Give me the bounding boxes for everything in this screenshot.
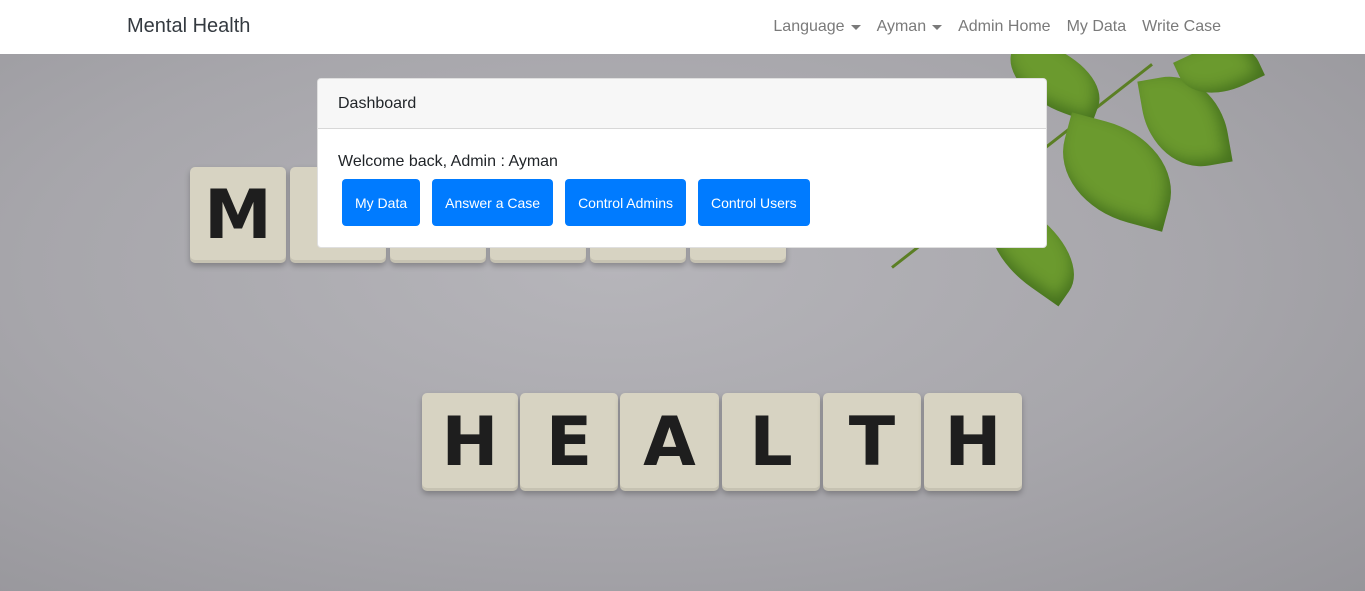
- brand-logo[interactable]: Mental Health: [127, 15, 250, 38]
- nav-user-dropdown[interactable]: Ayman: [869, 18, 951, 36]
- dashboard-card-header: Dashboard: [318, 79, 1046, 129]
- top-navbar: Mental Health Language Ayman Admin Home …: [0, 0, 1365, 54]
- scrabble-tile: H: [924, 393, 1022, 491]
- nav-menu: Language Ayman Admin Home My Data Write …: [765, 0, 1229, 54]
- scrabble-tile: M: [190, 167, 286, 263]
- scrabble-tile: A: [620, 393, 719, 491]
- control-admins-button[interactable]: Control Admins: [565, 179, 686, 226]
- scrabble-tile: T: [823, 393, 921, 491]
- nav-user-label: Ayman: [876, 18, 927, 35]
- dashboard-actions: My Data Answer a Case Control Admins Con…: [342, 179, 1026, 226]
- nav-language-label: Language: [773, 18, 845, 35]
- nav-my-data-link[interactable]: My Data: [1059, 18, 1135, 36]
- welcome-message: Welcome back, Admin : Ayman: [338, 153, 558, 170]
- scrabble-tile: L: [722, 393, 820, 491]
- nav-admin-home-link[interactable]: Admin Home: [950, 18, 1058, 36]
- dashboard-card: Dashboard Welcome back, Admin : Ayman My…: [317, 78, 1047, 248]
- nav-language-dropdown[interactable]: Language: [765, 18, 868, 36]
- scrabble-tile: E: [520, 393, 618, 491]
- my-data-button[interactable]: My Data: [342, 179, 421, 226]
- answer-case-button[interactable]: Answer a Case: [432, 179, 554, 226]
- control-users-button[interactable]: Control Users: [698, 179, 810, 226]
- dashboard-card-body: Welcome back, Admin : Ayman My Data Answ…: [318, 129, 1046, 226]
- scrabble-tile: H: [422, 393, 518, 491]
- nav-write-case-link[interactable]: Write Case: [1134, 18, 1229, 36]
- chevron-down-icon: [850, 24, 861, 30]
- chevron-down-icon: [932, 24, 943, 30]
